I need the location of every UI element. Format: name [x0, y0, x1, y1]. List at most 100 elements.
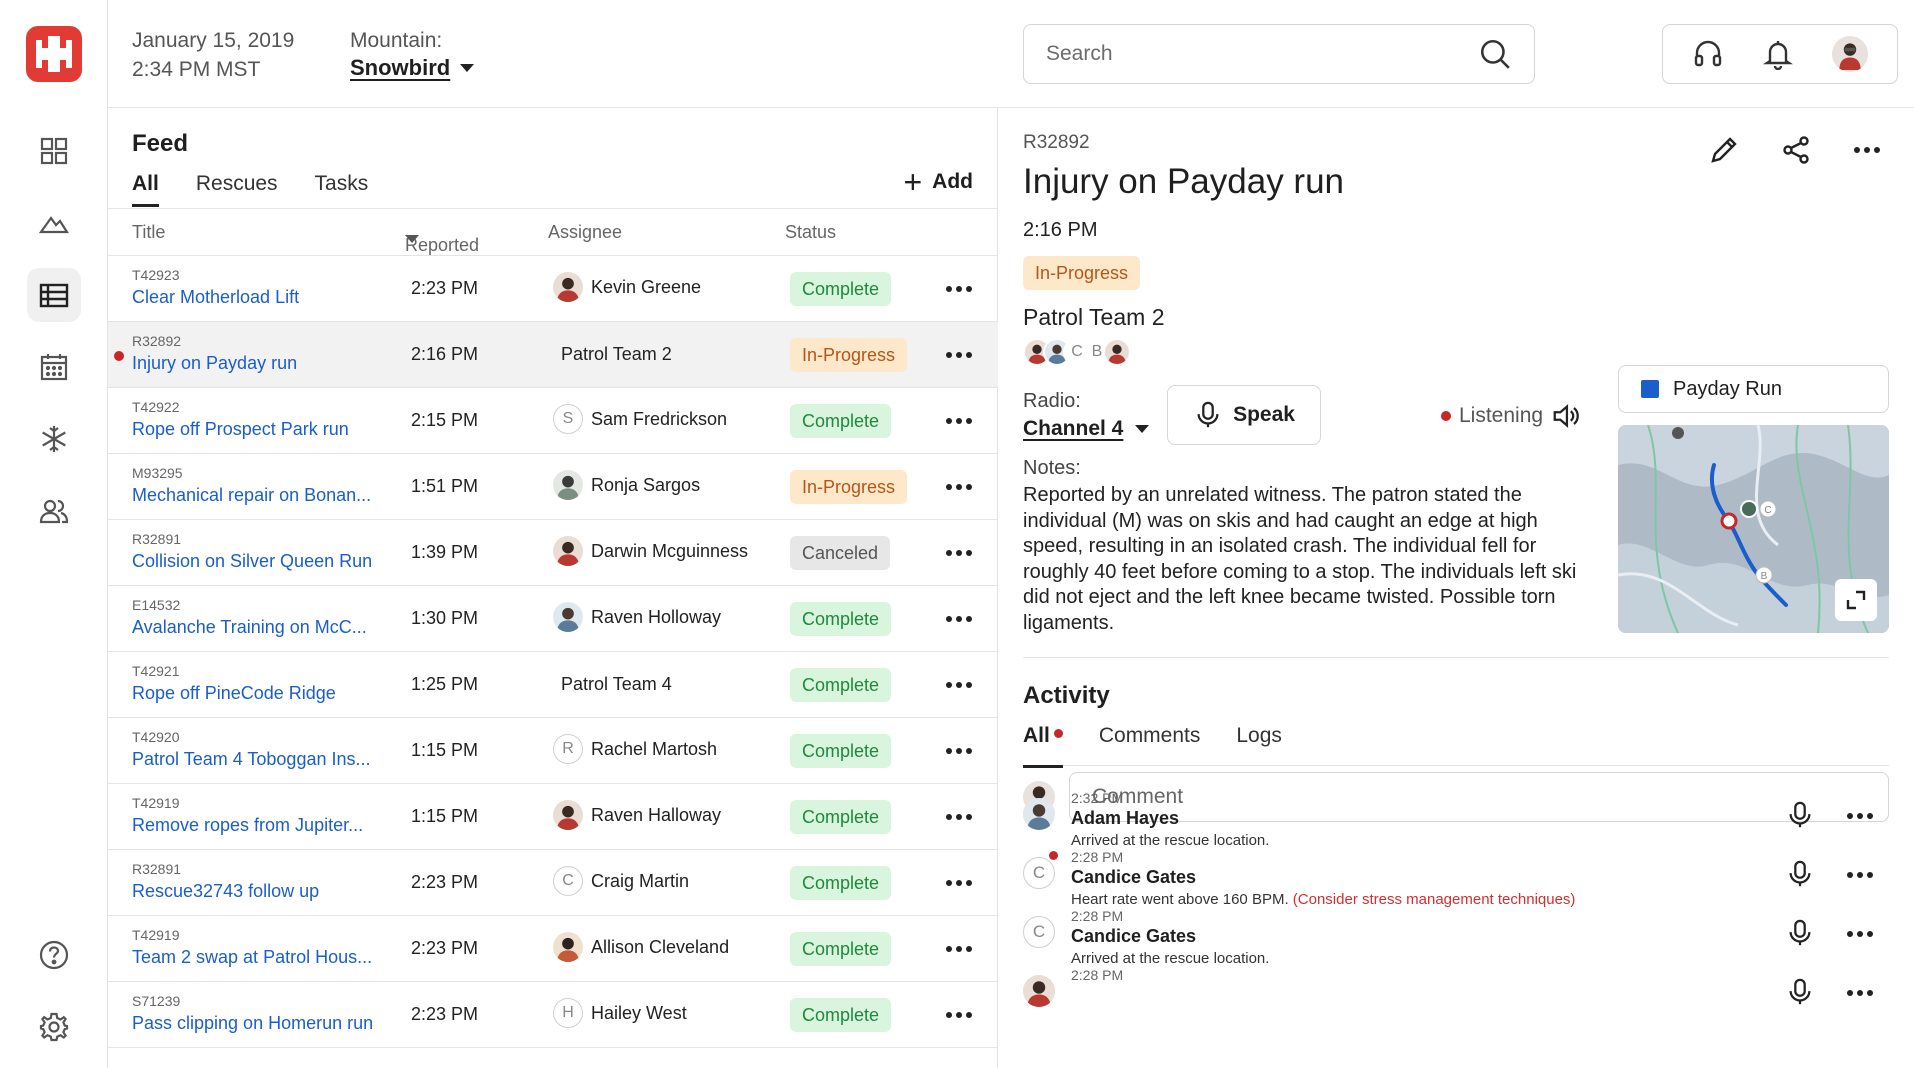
map-layer-label[interactable]: Payday Run	[1618, 365, 1889, 413]
table-row[interactable]: T42920 Patrol Team 4 Toboggan Ins... 1:15 …	[108, 718, 998, 784]
more-icon	[1847, 931, 1873, 937]
avatar: C	[553, 866, 583, 896]
table-row[interactable]: M93295 Mechanical repair on Bonan... 1:51 …	[108, 454, 998, 520]
notes-label: Notes:	[1023, 457, 1081, 479]
row-more-button[interactable]	[944, 873, 974, 898]
table-row[interactable]: T42923 Clear Motherload Lift 2:23 PM Kevin …	[108, 256, 998, 322]
search-input[interactable]	[1046, 42, 1478, 66]
column-status[interactable]: Status	[785, 222, 836, 243]
row-reported-time: 1:15 PM	[411, 740, 479, 760]
activity-tab-comments[interactable]: Comments	[1099, 724, 1201, 765]
play-audio-button[interactable]	[1785, 977, 1815, 1012]
log-more-button[interactable]	[1845, 983, 1875, 1008]
row-title-link[interactable]: Avalanche Training on McC...	[132, 617, 367, 638]
log-more-button[interactable]	[1845, 806, 1875, 831]
nav-weather[interactable]	[27, 412, 81, 466]
play-audio-button[interactable]	[1785, 859, 1815, 894]
table-row[interactable]: R32891 Rescue32743 follow up 2:23 PM C Craig…	[108, 850, 998, 916]
search-box[interactable]	[1023, 24, 1535, 84]
nav-mountain[interactable]	[27, 196, 81, 250]
avatar	[1023, 975, 1055, 1007]
row-more-button[interactable]	[944, 477, 974, 502]
row-more-button[interactable]	[944, 279, 974, 304]
row-title-link[interactable]: Remove ropes from Jupiter...	[132, 815, 363, 836]
more-icon	[946, 814, 972, 820]
row-reported-time: 2:16 PM	[411, 344, 479, 364]
row-title-link[interactable]: Collision on Silver Queen Run	[132, 551, 372, 572]
activity-tab-all[interactable]: All	[1023, 724, 1063, 768]
activity-tabs: All Comments Logs	[1023, 724, 1889, 768]
mountain-select[interactable]: Snowbird	[350, 55, 475, 81]
table-row[interactable]: R32892 Injury on Payday run 2:16 PM Patrol …	[108, 322, 998, 388]
row-title-link[interactable]: Rope off PineCode Ridge	[132, 683, 336, 704]
nav-settings[interactable]	[27, 1000, 81, 1054]
add-button[interactable]: + Add	[903, 166, 973, 198]
team-avatars[interactable]: CB	[1023, 338, 1131, 366]
row-more-button[interactable]	[944, 609, 974, 634]
nav-feed[interactable]	[27, 268, 81, 322]
row-more-button[interactable]	[944, 1005, 974, 1030]
tab-rescues[interactable]: Rescues	[196, 172, 278, 204]
row-title-link[interactable]: Team 2 swap at Patrol Hous...	[132, 947, 372, 968]
log-warning[interactable]: (Consider stress management techniques)	[1293, 891, 1576, 908]
share-icon[interactable]	[1780, 134, 1812, 166]
row-title-link[interactable]: Injury on Payday run	[132, 353, 297, 374]
log-text: Arrived at the rescue location.	[1071, 950, 1269, 967]
log-more-button[interactable]	[1845, 865, 1875, 890]
log-more-button[interactable]	[1845, 924, 1875, 949]
tab-tasks[interactable]: Tasks	[315, 172, 369, 204]
speak-button[interactable]: Speak	[1167, 385, 1321, 445]
row-assignee-name: Raven Halloway	[591, 804, 722, 825]
row-more-button[interactable]	[944, 807, 974, 832]
row-title-link[interactable]: Rescue32743 follow up	[132, 881, 319, 902]
left-nav-rail	[0, 0, 108, 1068]
nav-help[interactable]	[27, 928, 81, 982]
row-more-button[interactable]	[944, 543, 974, 568]
log-text: Arrived at the rescue location.	[1071, 832, 1269, 849]
row-reported-time: 1:39 PM	[411, 542, 479, 562]
column-title[interactable]: Title	[132, 222, 165, 243]
status-badge: In-Progress	[790, 470, 908, 504]
row-more-button[interactable]	[944, 411, 974, 436]
row-more-button[interactable]	[944, 675, 974, 700]
search-icon[interactable]	[1478, 37, 1512, 71]
expand-map-button[interactable]	[1835, 579, 1877, 621]
table-row[interactable]: T42919 Team 2 swap at Patrol Hous... 2:23 …	[108, 916, 998, 982]
nav-people[interactable]	[27, 484, 81, 538]
more-icon[interactable]	[1852, 140, 1882, 160]
row-title-link[interactable]: Rope off Prospect Park run	[132, 419, 349, 440]
table-row[interactable]: T42919 Remove ropes from Jupiter... 1:15 P…	[108, 784, 998, 850]
trail-map[interactable]: C B	[1618, 425, 1889, 633]
row-title-link[interactable]: Clear Motherload Lift	[132, 287, 299, 308]
column-assignee[interactable]: Assignee	[548, 222, 622, 243]
pencil-icon[interactable]	[1708, 134, 1740, 166]
play-audio-button[interactable]	[1785, 800, 1815, 835]
table-row[interactable]: T42921 Rope off PineCode Ridge 1:25 PM Patr…	[108, 652, 998, 718]
nav-calendar[interactable]	[27, 340, 81, 394]
headset-icon[interactable]	[1692, 38, 1724, 70]
notes-text: Reported by an unrelated witness. The pa…	[1023, 484, 1577, 634]
play-audio-button[interactable]	[1785, 918, 1815, 953]
table-row[interactable]: E14532 Avalanche Training on McC... 1:30 P…	[108, 586, 998, 652]
row-title-link[interactable]: Pass clipping on Homerun run	[132, 1013, 373, 1034]
row-more-button[interactable]	[944, 345, 974, 370]
user-avatar[interactable]	[1832, 36, 1868, 72]
row-title-link[interactable]: Mechanical repair on Bonan...	[132, 485, 371, 506]
nav-dashboard[interactable]	[27, 124, 81, 178]
activity-tab-logs[interactable]: Logs	[1236, 724, 1282, 765]
row-title-link[interactable]: Patrol Team 4 Toboggan Ins...	[132, 749, 371, 770]
avatar: H	[553, 998, 583, 1028]
table-row[interactable]: T42922 Rope off Prospect Park run 2:15 PM S…	[108, 388, 998, 454]
speaker-icon[interactable]	[1551, 401, 1581, 431]
channel-select[interactable]: Channel 4	[1023, 417, 1150, 441]
row-id: T42921	[132, 663, 180, 679]
table-row[interactable]: S71239 Pass clipping on Homerun run 2:23 P…	[108, 982, 998, 1048]
listening-indicator[interactable]: Listening	[1441, 401, 1581, 431]
table-row[interactable]: R32891 Collision on Silver Queen Run 1:39 …	[108, 520, 998, 586]
row-more-button[interactable]	[944, 741, 974, 766]
tab-all[interactable]: All	[132, 172, 159, 207]
row-more-button[interactable]	[944, 939, 974, 964]
app-logo[interactable]	[26, 26, 82, 82]
bell-icon[interactable]	[1762, 38, 1794, 70]
incident-status-badge: In-Progress	[1023, 256, 1141, 290]
